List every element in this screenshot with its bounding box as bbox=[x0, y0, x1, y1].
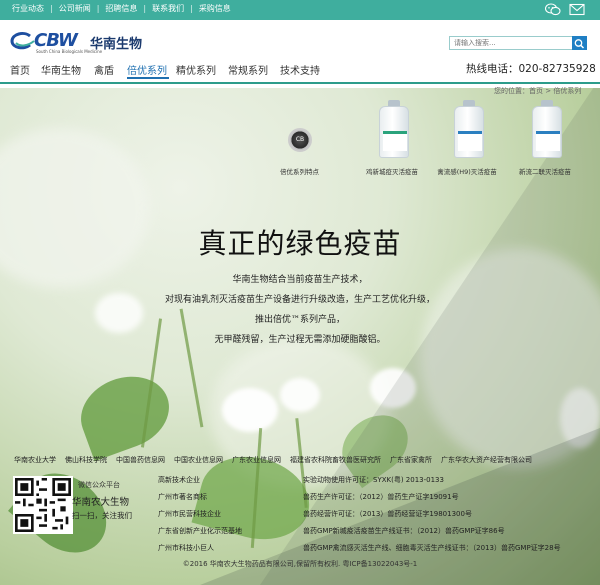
nav-item-qindun[interactable]: 禽盾 bbox=[94, 62, 114, 77]
friend-link[interactable]: 佛山科技学院 bbox=[65, 456, 107, 464]
friend-link[interactable]: 福建省农科院畜牧兽医研究所 bbox=[290, 456, 381, 464]
honor-item: 广州市民营科技企业 bbox=[158, 510, 221, 518]
license-item: 实验动物使用许可证：SYXK(粤) 2013-0133 bbox=[303, 476, 444, 484]
wechat-icon[interactable] bbox=[545, 3, 561, 16]
hero-line: 推出倍优™系列产品， bbox=[254, 315, 345, 325]
friend-link[interactable]: 华南农业大学 bbox=[14, 456, 56, 464]
friend-link[interactable]: 中国兽药信息网 bbox=[116, 456, 165, 464]
honor-item: 广州市科技小巨人 bbox=[158, 544, 214, 552]
nav-item-changgui[interactable]: 常规系列 bbox=[228, 62, 268, 77]
hero-line: 对现有油乳剂灭活疫苗生产设备进行升级改造，生产工艺优化升级， bbox=[164, 295, 435, 305]
honors-list: 高新技术企业 广州市著名商标 广州市民营科技企业 广东省创新产业化示范基地 广州… bbox=[158, 472, 242, 557]
breadcrumb: 您的位置：首页 > 倍优系列 bbox=[494, 87, 582, 95]
nav-item-company[interactable]: 华南生物 bbox=[41, 62, 81, 77]
honor-item: 广州市著名商标 bbox=[158, 493, 207, 501]
copyright: ©2016 华南农大生物药品有限公司,保留所有权利. 粤ICP备13022043… bbox=[182, 560, 418, 568]
hero-line: 华南生物结合当前疫苗生产技术， bbox=[232, 275, 368, 285]
seal-text: CB bbox=[295, 136, 305, 143]
logo-swoosh-icon bbox=[10, 32, 35, 50]
logo-mark: CBW bbox=[34, 30, 78, 51]
nav-item-jingyou[interactable]: 精优系列 bbox=[176, 62, 216, 77]
logo[interactable]: CBW 华南生物 South China Biologicals Medicin… bbox=[10, 30, 150, 56]
nav-item-home[interactable]: 首页 bbox=[10, 62, 30, 77]
hero-description: 华南生物结合当前疫苗生产技术， 对现有油乳剂灭活疫苗生产设备进行升级改造，生产工… bbox=[130, 270, 470, 350]
search-box bbox=[449, 36, 587, 50]
beiyou-seal[interactable]: CB bbox=[288, 128, 312, 152]
vaccine-bottle-image bbox=[379, 100, 409, 160]
logo-tagline: South China Biologicals Medicine bbox=[36, 49, 103, 54]
hotline: 热线电话：020-82735928 bbox=[466, 63, 596, 75]
top-links: 行业动态 | 公司新闻 | 招聘信息 | 联系我们 | 采购信息 bbox=[12, 3, 231, 14]
nav-active-indicator bbox=[127, 77, 169, 79]
friend-link[interactable]: 广东农业信息网 bbox=[232, 456, 281, 464]
product-name: 新流二联灭活疫苗 bbox=[519, 168, 571, 176]
search-input[interactable] bbox=[449, 36, 573, 50]
header: CBW 华南生物 South China Biologicals Medicin… bbox=[0, 20, 600, 88]
top-link[interactable]: 公司新闻 bbox=[59, 3, 91, 14]
wechat-label: 微信公众平台 bbox=[78, 481, 120, 489]
honor-item: 广东省创新产业化示范基地 bbox=[158, 527, 242, 535]
search-button[interactable] bbox=[572, 36, 587, 50]
hero-line: 无甲醛残留，生产过程无需添加硬脂酸铝。 bbox=[214, 335, 386, 345]
top-link[interactable]: 联系我们 bbox=[152, 3, 184, 14]
vaccine-bottle-image bbox=[454, 100, 484, 160]
licenses-list: 实验动物使用许可证：SYXK(粤) 2013-0133 兽药生产许可证：（201… bbox=[303, 472, 561, 557]
friend-link[interactable]: 广东省家禽所 bbox=[390, 456, 432, 464]
top-link[interactable]: 采购信息 bbox=[199, 3, 231, 14]
license-item: 兽药GMP新城疫活疫苗生产线证书：（2012）兽药GMP证字86号 bbox=[303, 527, 505, 535]
vaccine-bottle-image bbox=[532, 100, 562, 160]
mail-icon[interactable] bbox=[569, 3, 585, 16]
seal-caption[interactable]: 倍优系列特点 bbox=[280, 166, 319, 176]
top-link[interactable]: 招聘信息 bbox=[105, 3, 137, 14]
footer-brand: 华南农大生物 bbox=[72, 497, 130, 508]
top-link[interactable]: 行业动态 bbox=[12, 3, 44, 14]
product-name: 禽流感(H9)灭活疫苗 bbox=[437, 168, 497, 176]
nav-item-support[interactable]: 技术支持 bbox=[280, 62, 320, 77]
license-item: 兽药GMP禽流感灭活生产线、细胞毒灭活生产线证书：（2013）兽药GMP证字28… bbox=[303, 544, 561, 552]
product-name: 鸡新城疫灭活疫苗 bbox=[366, 168, 418, 176]
hero-title: 真正的绿色疫苗 bbox=[198, 227, 402, 260]
honor-item: 高新技术企业 bbox=[158, 476, 200, 484]
friend-link[interactable]: 中国农业信息网 bbox=[174, 456, 223, 464]
qr-code-image bbox=[13, 476, 73, 534]
license-item: 兽药生产许可证：（2012）兽药生产证字19091号 bbox=[303, 493, 459, 501]
search-icon bbox=[574, 39, 585, 49]
friend-links: 华南农业大学 佛山科技学院 中国兽药信息网 中国农业信息网 广东农业信息网 福建省农科院畜… bbox=[14, 455, 541, 465]
friend-link[interactable]: 广东华农大资产经营有限公司 bbox=[441, 456, 532, 464]
nav-item-beiyou[interactable]: 倍优系列 bbox=[127, 62, 167, 77]
top-bar: 行业动态 | 公司新闻 | 招聘信息 | 联系我们 | 采购信息 bbox=[0, 0, 600, 20]
header-divider bbox=[0, 82, 600, 84]
license-item: 兽药经营许可证：（2013）兽药经营证字19801300号 bbox=[303, 510, 472, 518]
follow-text: 扫一扫，关注我们 bbox=[72, 511, 132, 520]
